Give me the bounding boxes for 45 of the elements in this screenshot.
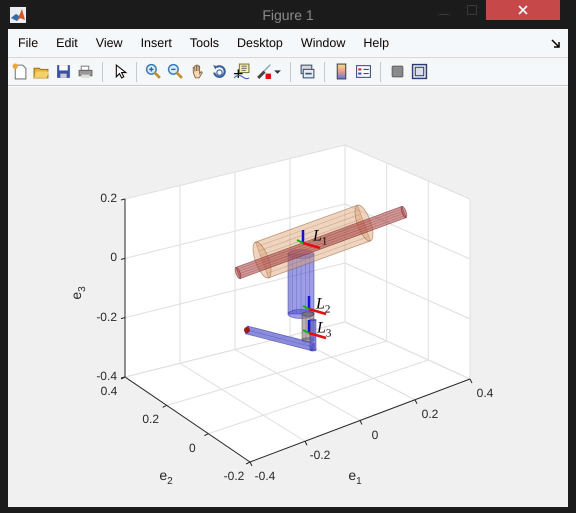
app-logo-icon <box>10 7 26 23</box>
menu-item[interactable]: Desktop <box>229 33 291 53</box>
tick-label: 0 <box>188 440 196 455</box>
tick-label: 0 <box>110 250 117 264</box>
print-icon[interactable] <box>77 63 94 80</box>
rotate-icon[interactable] <box>211 63 228 80</box>
link-label: L$_{1}$ <box>313 228 328 248</box>
menu-item[interactable]: Tools <box>182 33 228 53</box>
tick-label: -0.2 <box>310 448 330 462</box>
menu-item[interactable]: Window <box>292 33 354 53</box>
tick-label: 0.2 <box>100 191 117 205</box>
data-cursor-icon[interactable] <box>233 63 250 80</box>
axis-label: e$_{1}$ <box>348 467 362 487</box>
menu-item[interactable]: View <box>88 33 131 53</box>
new-file-icon[interactable] <box>11 63 28 80</box>
legend-icon[interactable] <box>355 63 372 80</box>
tick-label: -0.2 <box>96 310 117 324</box>
tick-label: -0.4 <box>96 369 117 383</box>
tick-label: 0.2 <box>422 406 438 421</box>
menu-item[interactable]: Insert <box>132 33 180 53</box>
tick-label: -0.4 <box>254 469 276 483</box>
menu-item[interactable]: Edit <box>48 33 86 53</box>
tick-label: 0.4 <box>100 384 118 398</box>
link-label: L$_{2}$ <box>316 296 330 316</box>
panel-icon[interactable] <box>411 63 428 80</box>
caret-icon[interactable] <box>273 68 282 74</box>
tick-label: 0.2 <box>142 412 159 426</box>
tick-label: 0.4 <box>476 386 494 400</box>
menu-item[interactable]: Help <box>355 33 398 53</box>
save-icon[interactable] <box>55 63 72 80</box>
zoom-in-icon[interactable] <box>145 63 162 80</box>
maximize-icon <box>467 5 477 15</box>
close-icon <box>518 5 528 15</box>
tick-label: 0 <box>372 428 378 442</box>
axis-label: e$_{2}$ <box>159 467 173 487</box>
menu-item[interactable]: File <box>10 33 46 53</box>
zoom-out-icon[interactable] <box>167 63 184 80</box>
tick-label: -0.2 <box>224 469 244 483</box>
brush-icon[interactable] <box>255 63 272 80</box>
dock-arrow-icon[interactable] <box>551 38 560 48</box>
square-icon[interactable] <box>389 63 406 80</box>
window-title: Figure 1 <box>262 7 314 23</box>
link-label: L$_{3}$ <box>317 320 332 340</box>
link-icon[interactable] <box>299 63 316 80</box>
close-button[interactable] <box>486 0 560 20</box>
